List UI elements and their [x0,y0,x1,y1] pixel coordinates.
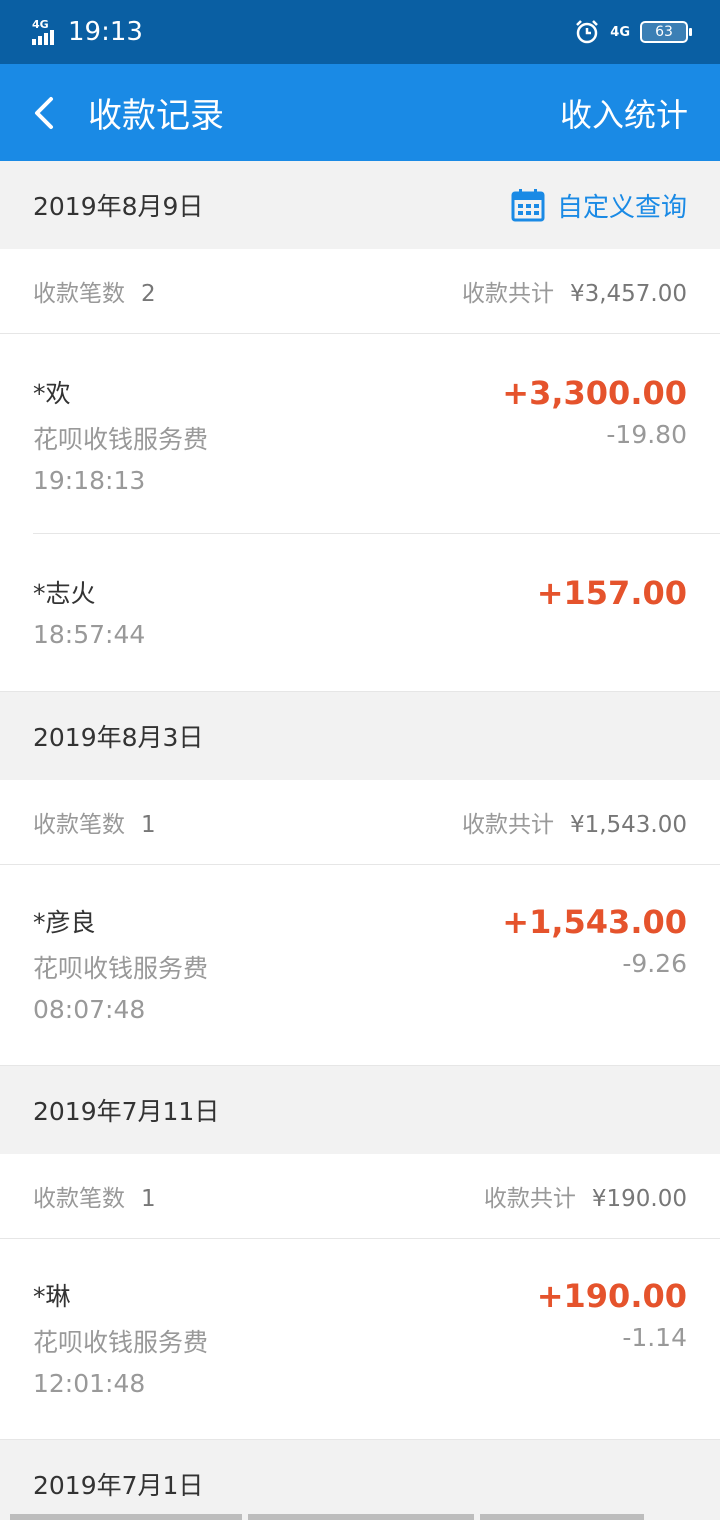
count-value: 1 [141,812,156,838]
record-fee: -19.80 [606,420,687,449]
custom-query-label: 自定义查询 [556,192,687,223]
date-label: 2019年8月9日 [33,192,204,221]
record-item[interactable]: *欢 花呗收钱服务费 19:18:13 +3,300.00 -19.80 [0,334,720,534]
total-label: 收款共计 [461,812,554,838]
back-arrow-icon [35,96,53,129]
record-desc: 花呗收钱服务费 [33,425,209,454]
status-left: 4G 19:13 [32,17,143,47]
date-header: 2019年7月11日 [0,1066,720,1154]
payer-name: *志火 [33,579,96,608]
record-fee: -1.14 [622,1323,687,1352]
total-value: ¥190.00 [591,1186,687,1212]
records-list: 2019年8月9日 自定义查询 收款笔数 2 收款共计 ¥3,457.00 *欢… [0,161,720,1520]
date-label: 2019年7月11日 [33,1097,220,1126]
record-desc: 花呗收钱服务费 [33,1328,209,1357]
record-fee: -9.26 [622,949,687,978]
record-amount: +157.00 [536,574,687,612]
date-header: 2019年7月1日 [0,1440,720,1520]
record-desc: 花呗收钱服务费 [33,954,209,983]
income-stats-button[interactable]: 收入统计 [560,90,720,136]
record-item[interactable]: *彦良 花呗收钱服务费 08:07:48 +1,543.00 -9.26 [0,865,720,1066]
count-value: 2 [141,281,156,307]
summary-row: 收款笔数 1 收款共计 ¥1,543.00 [0,780,720,865]
status-time: 19:13 [68,17,143,47]
bottom-scroll-indicator [0,1514,720,1520]
total-value: ¥3,457.00 [569,281,687,307]
battery-icon: 63 [640,21,692,43]
date-header: 2019年8月3日 [0,692,720,780]
total-label: 收款共计 [461,281,554,307]
status-bar: 4G 19:13 4G 63 [0,0,720,64]
record-amount: +1,543.00 [502,903,687,941]
summary-row: 收款笔数 1 收款共计 ¥190.00 [0,1154,720,1239]
network-type-right: 4G [610,24,630,40]
count-label: 收款笔数 [33,1186,125,1212]
record-amount: +190.00 [536,1277,687,1315]
record-time: 08:07:48 [33,995,146,1024]
count-label: 收款笔数 [33,281,125,307]
count-label: 收款笔数 [33,812,125,838]
record-time: 19:18:13 [33,466,146,495]
custom-query-button[interactable]: 自定义查询 [511,187,687,224]
payer-name: *欢 [33,379,71,408]
record-time: 12:01:48 [33,1369,146,1398]
status-right: 4G 63 [574,19,692,45]
record-time: 18:57:44 [33,620,146,649]
back-button[interactable] [0,64,88,161]
date-header: 2019年8月9日 自定义查询 [0,161,720,249]
total-label: 收款共计 [483,1186,576,1212]
calendar-icon [511,189,545,222]
page-title: 收款记录 [88,96,224,136]
nav-bar: 收款记录 收入统计 [0,64,720,161]
record-amount: +3,300.00 [502,374,687,412]
date-label: 2019年8月3日 [33,723,204,752]
summary-row: 收款笔数 2 收款共计 ¥3,457.00 [0,249,720,334]
record-item[interactable]: *琳 花呗收钱服务费 12:01:48 +190.00 -1.14 [0,1239,720,1440]
payer-name: *琳 [33,1282,71,1311]
total-value: ¥1,543.00 [569,812,687,838]
signal-icon: 4G [32,19,60,45]
date-label: 2019年7月1日 [33,1471,204,1500]
payer-name: *彦良 [33,908,96,937]
battery-level: 63 [655,24,673,40]
count-value: 1 [141,1186,156,1212]
record-item[interactable]: *志火 18:57:44 +157.00 [0,534,720,692]
network-type: 4G [32,18,49,31]
alarm-icon [576,20,599,44]
